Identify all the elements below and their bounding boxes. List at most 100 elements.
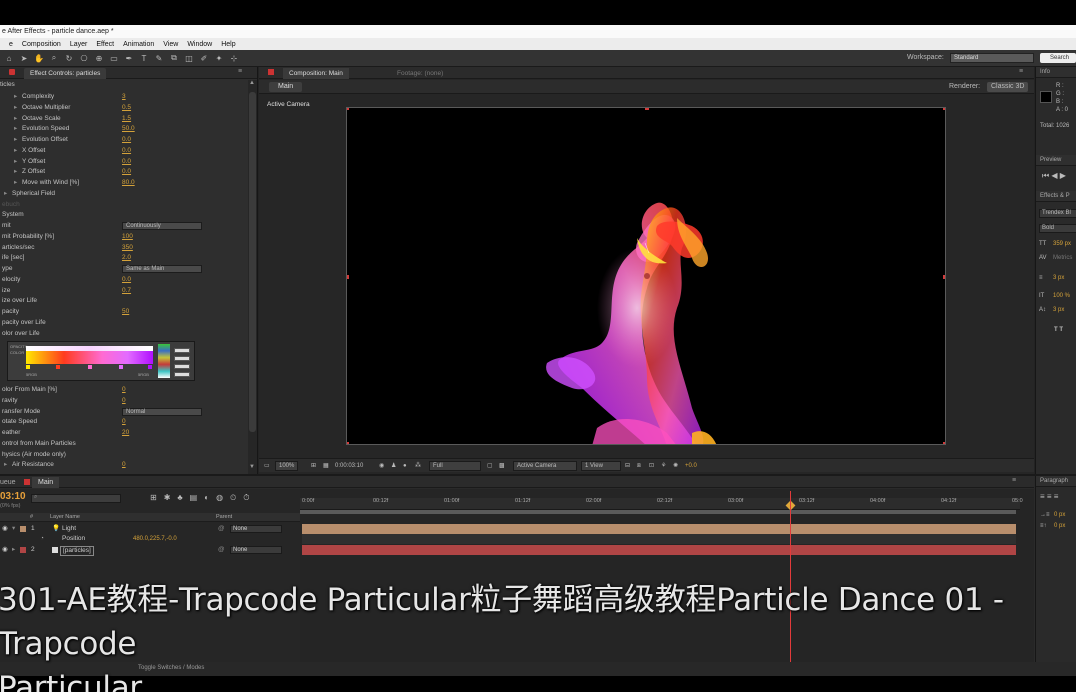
effect-property-row[interactable]: System bbox=[0, 210, 248, 220]
effect-property-row[interactable]: ontrol from Main Particles bbox=[0, 439, 248, 449]
puppet-tool-icon[interactable]: ✦ bbox=[213, 52, 225, 64]
effect-property-row[interactable]: ▸ Octave Multiplier 0.5 bbox=[0, 103, 248, 113]
tab-info[interactable]: Info bbox=[1036, 67, 1076, 78]
tracking-value[interactable]: Metrics bbox=[1053, 255, 1072, 261]
safe-zones-icon[interactable]: ⊞ bbox=[311, 461, 316, 471]
gradient-stop[interactable] bbox=[56, 365, 60, 369]
gradient-stop[interactable] bbox=[148, 365, 152, 369]
menu-item[interactable]: Animation bbox=[123, 41, 154, 48]
roto-brush-icon[interactable]: ✐ bbox=[198, 52, 210, 64]
flowchart-icon[interactable]: ⚘ bbox=[661, 461, 666, 471]
effect-property-row[interactable]: ▸ Evolution Speed 50.0 bbox=[0, 124, 248, 134]
transparency-grid-icon[interactable]: ▩ bbox=[499, 461, 505, 471]
bounding-handle[interactable] bbox=[943, 275, 945, 279]
visibility-icon[interactable]: ◉ bbox=[2, 545, 8, 555]
layer-name[interactable]: [particles] bbox=[60, 546, 94, 556]
effect-property-row[interactable]: ▸ Y Offset 0.0 bbox=[0, 157, 248, 167]
effect-property-row[interactable]: ▸ Air Resistance 0 bbox=[0, 460, 248, 470]
property-value[interactable]: 3 bbox=[122, 92, 126, 102]
layer-name[interactable]: Light bbox=[62, 524, 76, 534]
effect-property-row[interactable]: ype Same as Main bbox=[0, 264, 248, 274]
camera-tool-icon[interactable]: ⎔ bbox=[78, 52, 90, 64]
property-value[interactable]: 80.0 bbox=[122, 178, 135, 188]
effect-property-row[interactable]: ebuch bbox=[0, 200, 248, 210]
effect-property-row[interactable]: ife [sec] 2.0 bbox=[0, 253, 248, 263]
scale-value[interactable]: 100 % bbox=[1053, 293, 1070, 299]
expand-icon[interactable]: ▸ bbox=[14, 92, 17, 102]
expand-icon[interactable]: ▸ bbox=[14, 103, 17, 113]
grid-icon[interactable]: ▦ bbox=[323, 461, 329, 471]
bounding-handle[interactable] bbox=[347, 275, 349, 279]
close-icon[interactable] bbox=[268, 69, 274, 75]
menu-item[interactable]: Help bbox=[221, 41, 235, 48]
effect-property-row[interactable]: pacity over Life bbox=[0, 318, 248, 328]
pan-behind-icon[interactable]: ⊕ bbox=[93, 52, 105, 64]
stroke-value[interactable]: 3 px bbox=[1053, 275, 1064, 281]
effect-property-row[interactable]: ▸ X Offset 0.0 bbox=[0, 146, 248, 156]
property-value[interactable]: 0 bbox=[122, 417, 126, 427]
layer-bar-particles[interactable] bbox=[302, 545, 1016, 555]
color-over-life-gradient[interactable]: OPACITY COLOR 5RGB 5RGB bbox=[7, 341, 195, 381]
timeline-icon[interactable]: ⊡ bbox=[649, 461, 654, 471]
expand-icon[interactable]: ▸ bbox=[14, 114, 17, 124]
property-value[interactable]: 0.0 bbox=[122, 275, 131, 285]
effect-property-row[interactable]: ▸ Octave Scale 1.5 bbox=[0, 114, 248, 124]
menu-item[interactable]: Window bbox=[187, 41, 212, 48]
tab-effects-presets[interactable]: Effects & P bbox=[1036, 191, 1076, 202]
property-value[interactable]: 50.0 bbox=[122, 124, 135, 134]
fast-preview-icon[interactable]: ⧈ bbox=[637, 461, 641, 471]
resolution-select[interactable]: Full bbox=[429, 461, 481, 471]
font-size-value[interactable]: 359 px bbox=[1053, 241, 1071, 247]
composition-viewer[interactable]: Active Camera bbox=[259, 95, 1034, 457]
property-value[interactable]: 100 bbox=[122, 232, 133, 242]
home-icon[interactable]: ⌂ bbox=[3, 52, 15, 64]
scroll-up-icon[interactable]: ▲ bbox=[249, 80, 255, 86]
layer-row[interactable]: ◉ ▾ 1 💡 Light @ None bbox=[0, 524, 300, 534]
parent-select[interactable]: None bbox=[230, 546, 282, 554]
panel-menu-icon[interactable]: ≡ bbox=[238, 68, 242, 75]
effect-property-row[interactable]: eather 20 bbox=[0, 428, 248, 438]
space-before-value[interactable]: 0 px bbox=[1054, 523, 1065, 529]
view-layout-select[interactable]: 1 View bbox=[581, 461, 621, 471]
effect-property-row[interactable]: otate Speed 0 bbox=[0, 417, 248, 427]
align-icons[interactable]: ≡ ≡ ≡ bbox=[1040, 492, 1058, 501]
axis-icon[interactable]: ⊹ bbox=[228, 52, 240, 64]
exposure-value[interactable]: +0.0 bbox=[685, 461, 697, 471]
hand-tool-icon[interactable]: ✋ bbox=[33, 52, 45, 64]
color-icon[interactable]: ⁂ bbox=[415, 461, 421, 471]
bounding-handle[interactable] bbox=[645, 108, 649, 110]
property-value[interactable]: 2.0 bbox=[122, 253, 131, 263]
menu-item[interactable]: e bbox=[9, 41, 13, 48]
motion-blur-icon[interactable]: ◐ bbox=[204, 493, 209, 505]
menu-item[interactable]: View bbox=[163, 41, 178, 48]
effect-property-row[interactable]: ize over Life bbox=[0, 296, 248, 306]
property-select[interactable]: Continuously bbox=[122, 222, 202, 230]
layer-search-input[interactable]: ⌕ bbox=[31, 494, 121, 503]
effect-controls-scrollbar[interactable]: ▲ ▼ bbox=[248, 80, 257, 474]
exposure-icon[interactable]: ✺ bbox=[673, 461, 678, 471]
expand-icon[interactable]: ▸ bbox=[14, 146, 17, 156]
effect-property-row[interactable]: mit Probability [%] 100 bbox=[0, 232, 248, 242]
label-color[interactable] bbox=[20, 547, 26, 553]
effect-property-row[interactable]: ravity 0 bbox=[0, 396, 248, 406]
brainstorm-icon[interactable]: ◍ bbox=[216, 493, 223, 505]
tab-footage[interactable]: Footage: (none) bbox=[397, 68, 443, 79]
preview-controls-icon[interactable]: ⏮ ◀ ▶ bbox=[1042, 171, 1066, 181]
close-icon[interactable] bbox=[24, 479, 30, 485]
bounding-handle[interactable] bbox=[943, 108, 945, 110]
pickwhip-icon[interactable]: @ bbox=[218, 524, 225, 534]
effect-property-row[interactable]: ▸ Evolution Offset 0.0 bbox=[0, 135, 248, 145]
gradient-stop[interactable] bbox=[26, 365, 30, 369]
pickwhip-icon[interactable]: @ bbox=[218, 545, 225, 555]
gradient-stop[interactable] bbox=[119, 365, 123, 369]
type-tool-icon[interactable]: T bbox=[138, 52, 150, 64]
layer-row[interactable]: ◉ ▸ 2 [particles] @ None bbox=[0, 545, 300, 556]
comp-mini-flowchart-icon[interactable]: ⊞ bbox=[150, 493, 157, 505]
property-value[interactable]: 0.7 bbox=[122, 286, 131, 296]
tab-preview[interactable]: Preview bbox=[1036, 155, 1076, 166]
scrollbar-thumb[interactable] bbox=[249, 92, 256, 432]
parent-select[interactable]: None bbox=[230, 525, 282, 533]
property-value[interactable]: 20 bbox=[122, 428, 129, 438]
selection-tool-icon[interactable]: ➤ bbox=[18, 52, 30, 64]
tab-paragraph[interactable]: Paragraph bbox=[1036, 476, 1076, 487]
